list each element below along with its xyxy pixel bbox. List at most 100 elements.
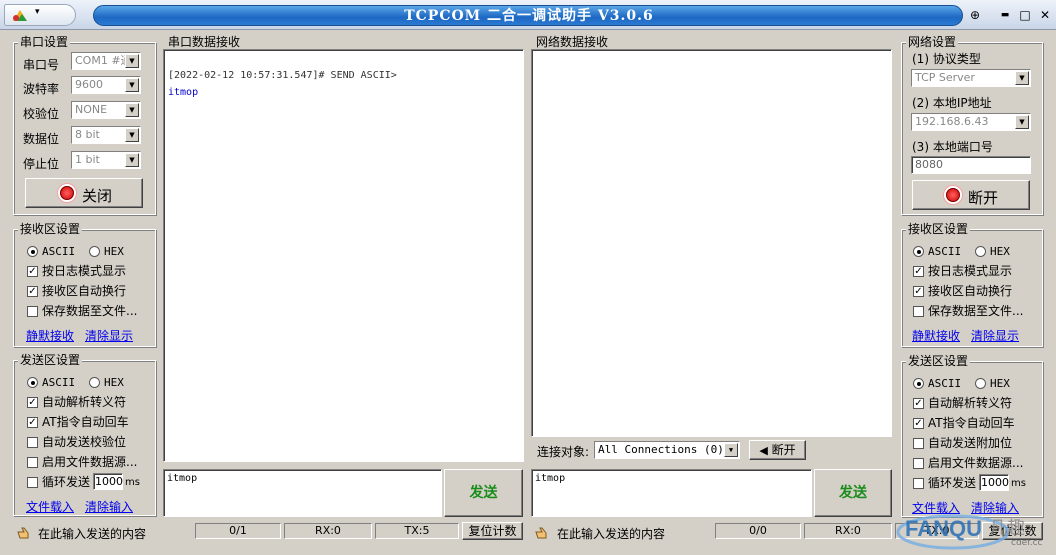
right-recv-opt1-checkbox[interactable]: ✓ — [913, 266, 924, 277]
left-silent-recv-link[interactable]: 静默接收 — [26, 327, 74, 344]
local-port-input[interactable]: 8080 — [911, 156, 1031, 174]
left-recv-opt2-label: 接收区自动换行 — [42, 284, 127, 298]
left-send-ascii-label: ASCII — [42, 376, 76, 389]
serial-send-button[interactable]: 发送 — [444, 469, 523, 517]
right-recv-ascii-radio[interactable] — [913, 246, 924, 257]
right-recv-opt2-checkbox[interactable]: ✓ — [913, 286, 924, 297]
left-recv-ascii-label: ASCII — [42, 245, 76, 258]
left-status-count: 0/1 — [195, 523, 281, 539]
left-recv-ascii-radio[interactable] — [27, 246, 38, 257]
left-recv-opt3-label: 保存数据至文件... — [42, 304, 138, 318]
net-open-button[interactable]: 断开 — [912, 180, 1030, 210]
left-send-opt3-checkbox[interactable] — [27, 437, 38, 448]
app-menu-button[interactable]: ▾ — [4, 4, 76, 26]
port-select[interactable]: COM1 #通 ▼ — [71, 52, 141, 70]
serial-recv-area[interactable]: [2022-02-12 10:57:31.547]# SEND ASCII> i… — [163, 49, 524, 462]
close-button[interactable]: ✕ — [1036, 6, 1054, 24]
net-recv-area[interactable] — [531, 49, 892, 437]
left-recv-settings-group: 接收区设置 ASCII HEX ✓ 按日志模式显示 ✓ 接收区自动换行 保存数据… — [13, 222, 156, 347]
chevron-down-icon: ▼ — [125, 128, 139, 142]
right-recv-opt3-label: 保存数据至文件... — [928, 304, 1024, 318]
stopbits-select[interactable]: 1 bit ▼ — [71, 151, 141, 169]
parity-select[interactable]: NONE ▼ — [71, 101, 141, 119]
left-recv-opt1-checkbox[interactable]: ✓ — [27, 266, 38, 277]
left-send-opt4-label: 启用文件数据源... — [42, 455, 138, 469]
chevron-down-icon: ▼ — [125, 54, 139, 68]
left-reset-count-button[interactable]: 复位计数 — [462, 522, 523, 540]
right-silent-recv-link[interactable]: 静默接收 — [912, 327, 960, 344]
title-pill: TCPCOM 二合一调试助手 V3.0.6 — [93, 5, 963, 26]
conn-value: All Connections (0) — [598, 443, 724, 456]
ip-select[interactable]: 192.168.6.43 ▼ — [911, 113, 1031, 131]
record-icon — [946, 188, 960, 202]
watermark: FANQU 凡趣 cdef.cc — [893, 508, 1053, 552]
right-recv-opt1-label: 按日志模式显示 — [928, 264, 1013, 278]
proto-label: (1) 协议类型 — [912, 52, 981, 66]
baud-select[interactable]: 9600 ▼ — [71, 76, 141, 94]
left-recv-hex-radio[interactable] — [89, 246, 100, 257]
left-send-opt4-checkbox[interactable] — [27, 457, 38, 468]
conn-label: 连接对象: — [537, 445, 590, 459]
right-send-opt4-label: 启用文件数据源... — [928, 456, 1024, 470]
left-send-settings-group: 发送区设置 ASCII HEX ✓ 自动解析转义符 ✓ AT指令自动回车 自动发… — [13, 353, 156, 516]
right-send-ascii-radio[interactable] — [913, 378, 924, 389]
right-status-rx: RX:0 — [804, 523, 892, 539]
left-recv-opt2-checkbox[interactable]: ✓ — [27, 286, 38, 297]
ip-label: (2) 本地IP地址 — [912, 96, 992, 110]
right-send-ascii-label: ASCII — [928, 377, 962, 390]
serial-close-button[interactable]: 关闭 — [25, 178, 143, 208]
hand-pointer-icon — [535, 527, 547, 539]
serial-recv-line1: [2022-02-12 10:57:31.547]# SEND ASCII> — [168, 70, 397, 81]
left-send-opt2-checkbox[interactable]: ✓ — [27, 417, 38, 428]
hand-pointer-icon — [17, 527, 29, 539]
right-recv-opt2-label: 接收区自动换行 — [928, 284, 1013, 298]
stopbits-label: 停止位 — [23, 157, 60, 171]
right-clear-display-link[interactable]: 清除显示 — [971, 327, 1019, 344]
left-clear-display-link[interactable]: 清除显示 — [85, 327, 133, 344]
right-recv-opt3-checkbox[interactable] — [913, 306, 924, 317]
right-send-interval-input[interactable]: 1000 — [979, 474, 1009, 491]
serial-send-input[interactable]: itmop — [163, 469, 442, 517]
right-send-opt5-checkbox[interactable] — [913, 478, 924, 489]
left-send-ascii-radio[interactable] — [27, 377, 38, 388]
net-disconnect-button[interactable]: ◀ 断开 — [749, 440, 806, 460]
databits-select[interactable]: 8 bit ▼ — [71, 126, 141, 144]
left-send-hex-radio[interactable] — [89, 377, 100, 388]
proto-value: TCP Server — [915, 71, 975, 84]
serial-settings-group: 串口设置 串口号 COM1 #通 ▼ 波特率 9600 ▼ 校验位 NONE ▼ 数据… — [13, 35, 156, 215]
left-recv-title: 接收区设置 — [18, 222, 83, 236]
left-send-opt5-checkbox[interactable] — [27, 477, 38, 488]
left-status-tx: TX:5 — [375, 523, 459, 539]
left-clear-input-link[interactable]: 清除输入 — [85, 498, 133, 515]
right-send-opt4-checkbox[interactable] — [913, 458, 924, 469]
right-send-hex-radio[interactable] — [975, 378, 986, 389]
minimize-button[interactable]: ▬ — [996, 6, 1014, 24]
conn-select[interactable]: All Connections (0) ▼ — [594, 441, 740, 459]
left-send-opt1-label: 自动解析转义符 — [42, 395, 127, 409]
window-title: TCPCOM 二合一调试助手 V3.0.6 — [404, 8, 654, 24]
right-send-title: 发送区设置 — [906, 354, 971, 368]
net-disconnect-label: 断开 — [771, 443, 796, 457]
left-recv-opt3-checkbox[interactable] — [27, 306, 38, 317]
right-send-opt1-checkbox[interactable]: ✓ — [913, 398, 924, 409]
proto-select[interactable]: TCP Server ▼ — [911, 69, 1031, 87]
net-send-text: itmop — [535, 473, 566, 484]
chevron-down-icon: ▾ — [35, 7, 40, 17]
left-send-interval-input[interactable]: 1000 — [93, 473, 123, 490]
serial-recv-line2: itmop — [168, 87, 199, 98]
right-send-opt3-checkbox[interactable] — [913, 438, 924, 449]
net-send-button[interactable]: 发送 — [814, 469, 892, 517]
maximize-button[interactable]: □ — [1016, 6, 1034, 24]
net-send-input[interactable]: itmop — [531, 469, 812, 517]
pin-icon[interactable]: ⊕ — [966, 6, 984, 24]
parity-value: NONE — [75, 103, 108, 116]
databits-label: 数据位 — [23, 132, 60, 146]
chevron-down-icon: ▼ — [724, 443, 738, 457]
arrow-left-icon: ◀ — [759, 444, 768, 457]
right-send-opt2-checkbox[interactable]: ✓ — [913, 418, 924, 429]
left-send-opt1-checkbox[interactable]: ✓ — [27, 397, 38, 408]
left-status-rx: RX:0 — [284, 523, 372, 539]
right-recv-hex-label: HEX — [990, 245, 1010, 258]
left-file-load-link[interactable]: 文件载入 — [26, 498, 74, 515]
right-recv-hex-radio[interactable] — [975, 246, 986, 257]
